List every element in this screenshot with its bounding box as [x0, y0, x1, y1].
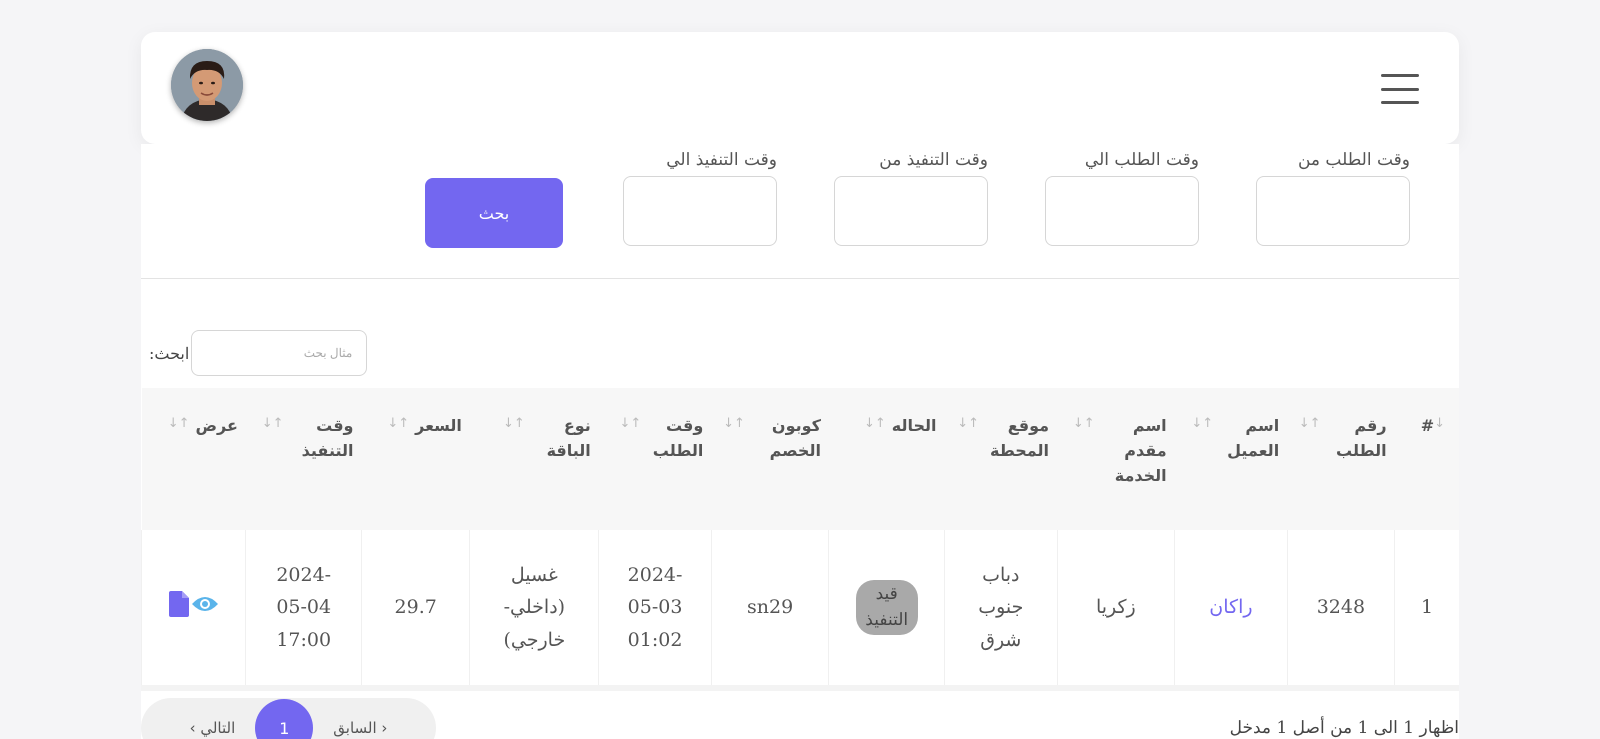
sort-icon: ↑↓ — [957, 416, 980, 431]
sort-icon: ↑↓ — [1298, 416, 1321, 431]
th-price[interactable]: السعر↑↓ — [361, 388, 470, 530]
top-navbar — [141, 32, 1459, 144]
th-order-no[interactable]: رقم الطلب↑↓ — [1287, 388, 1395, 530]
status-badge: قيد التنفيذ — [855, 580, 918, 635]
sort-icon: ↑↓ — [503, 416, 525, 431]
th-status[interactable]: الحاله↑↓ — [828, 388, 945, 530]
cell-order-time: 2024-05-03 01:02 — [598, 530, 712, 688]
sort-icon: ↑↓ — [863, 416, 886, 431]
sort-icon: ↑↓ — [619, 416, 642, 431]
cell-exec-time: 2024-05-04 17:00 — [245, 530, 362, 688]
cell-provider: زكريا — [1056, 530, 1175, 688]
orders-card: وقت الطلب من وقت الطلب الي وقت التنفيذ م… — [140, 144, 1459, 739]
order-to-input[interactable] — [1045, 176, 1199, 246]
chevron-right-icon: › — [189, 719, 201, 737]
sort-icon: ↓ — [1434, 416, 1445, 431]
search-button[interactable]: بحث — [425, 178, 563, 248]
th-exec-time[interactable]: وقت التنفيذ↑↓ — [245, 388, 362, 530]
th-provider[interactable]: اسم مقدم الخدمة↑↓ — [1057, 388, 1175, 530]
order-to-label: وقت الطلب الي — [1084, 150, 1199, 170]
exec-from-group: وقت التنفيذ من — [833, 150, 988, 246]
pagination: ‹ السابق 1 التالي › — [141, 698, 436, 739]
order-from-input[interactable] — [1256, 176, 1410, 246]
file-icon[interactable] — [168, 590, 189, 617]
th-view[interactable]: عرض↑↓ — [141, 388, 246, 530]
customer-link[interactable]: راكان — [1209, 596, 1252, 618]
eye-icon[interactable] — [191, 594, 219, 614]
prev-button[interactable]: ‹ السابق — [333, 719, 387, 737]
orders-table: ↓# رقم الطلب↑↓ اسم العميل↑↓ اسم مقدم الخ… — [140, 388, 1459, 691]
filters-section: وقت الطلب من وقت الطلب الي وقت التنفيذ م… — [141, 144, 1459, 279]
th-customer[interactable]: اسم العميل↑↓ — [1174, 388, 1288, 530]
sort-icon: ↑↓ — [387, 416, 410, 431]
cell-status: قيد التنفيذ — [828, 530, 945, 688]
menu-icon[interactable] — [1381, 74, 1419, 104]
th-package[interactable]: نوع الباقة↑↓ — [469, 388, 599, 530]
exec-to-label: وقت التنفيذ الي — [666, 150, 777, 170]
table-search-input[interactable] — [191, 330, 368, 376]
exec-to-group: وقت التنفيذ الي — [622, 150, 777, 246]
exec-from-label: وقت التنفيذ من — [879, 150, 988, 170]
avatar[interactable] — [171, 49, 243, 121]
exec-to-input[interactable] — [623, 176, 777, 246]
sort-icon: ↑↓ — [1072, 416, 1095, 431]
cell-station: دباب جنوب شرق — [944, 530, 1058, 688]
page-1-button[interactable]: 1 — [255, 699, 314, 739]
table-search: ابحث: — [149, 330, 368, 376]
th-coupon[interactable]: كوبون الخصم↑↓ — [711, 388, 829, 530]
th-order-time[interactable]: وقت الطلب↑↓ — [598, 388, 712, 530]
cell-customer: راكان — [1174, 530, 1288, 688]
th-station[interactable]: موقع المحطة↑↓ — [944, 388, 1058, 530]
next-button[interactable]: التالي › — [190, 719, 236, 737]
cell-index: 1 — [1394, 530, 1459, 688]
order-from-group: وقت الطلب من — [1255, 150, 1410, 246]
cell-view — [140, 530, 246, 688]
table-row: 1 3248 راكان زكريا دباب جنوب شرق قيد الت… — [140, 530, 1459, 688]
sort-icon: ↑↓ — [167, 416, 190, 431]
sort-icon: ↑↓ — [261, 416, 284, 431]
table-search-label: ابحث: — [149, 343, 190, 363]
th-index[interactable]: ↓# — [1394, 388, 1459, 530]
exec-from-input[interactable] — [834, 176, 988, 246]
chevron-left-icon: ‹ — [376, 719, 388, 737]
table-header-row: ↓# رقم الطلب↑↓ اسم العميل↑↓ اسم مقدم الخ… — [141, 388, 1459, 530]
sort-icon: ↑↓ — [723, 416, 745, 431]
sort-icon: ↑↓ — [1191, 416, 1214, 431]
cell-price: 29.7 — [360, 530, 470, 688]
row-actions — [168, 590, 219, 617]
cell-order-no: 3248 — [1286, 530, 1395, 688]
order-to-group: وقت الطلب الي — [1044, 150, 1199, 246]
cell-coupon: sn29 — [710, 530, 829, 688]
cell-package: غسيل (داخلي-خارجي) — [469, 530, 599, 688]
order-from-label: وقت الطلب من — [1297, 150, 1410, 170]
table-info: اظهار 1 الى 1 من أصل 1 مدخل — [1229, 718, 1459, 738]
